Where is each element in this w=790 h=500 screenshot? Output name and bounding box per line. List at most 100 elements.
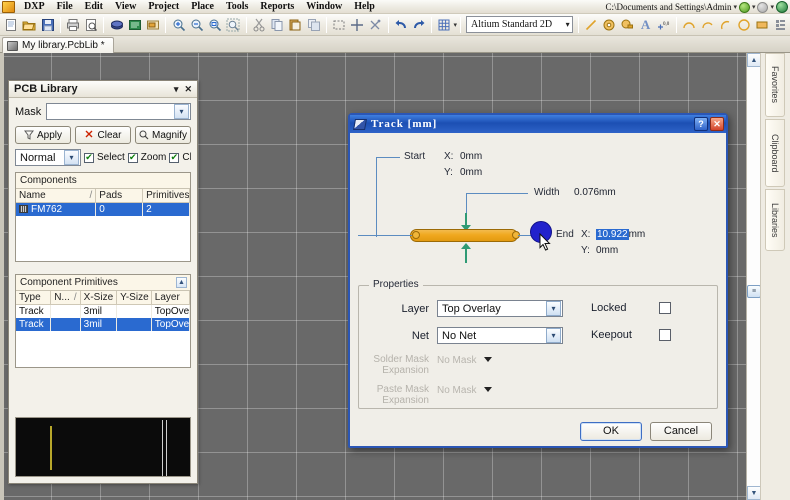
width-value[interactable]: 0.076mm — [574, 187, 616, 198]
close-button[interactable]: ✕ — [710, 117, 724, 131]
track-dialog-title-bar[interactable]: Track [mm] ? ✕ — [350, 115, 726, 133]
vtab-libraries[interactable]: Libraries — [765, 189, 785, 251]
scroll-up-icon[interactable]: ▲ — [747, 53, 761, 67]
zoom-out-icon[interactable] — [189, 15, 205, 34]
place-arc-any-icon[interactable] — [718, 15, 734, 34]
chevron-down-icon[interactable]: ▾ — [174, 84, 179, 94]
redo-icon[interactable] — [411, 15, 427, 34]
component-icon[interactable] — [145, 15, 161, 34]
chevron-down-icon[interactable]: ▾ — [64, 150, 79, 165]
vtab-favorites[interactable]: Favorites — [765, 53, 785, 117]
start-x-value[interactable]: 0mm — [460, 151, 482, 162]
canvas-vertical-scrollbar[interactable]: ▲ ≡ ▼ — [746, 53, 761, 500]
menu-item-edit[interactable]: Edit — [79, 0, 109, 13]
menu-item-dxp[interactable]: DXP — [18, 0, 51, 13]
locked-checkbox[interactable] — [659, 302, 671, 314]
grid-dropdown-icon[interactable]: ▾ — [454, 21, 458, 29]
help-button[interactable]: ? — [694, 117, 708, 131]
place-line-icon[interactable] — [583, 15, 599, 34]
place-pad-icon[interactable] — [601, 15, 617, 34]
zoom-in-icon[interactable] — [170, 15, 186, 34]
grid-icon[interactable] — [436, 15, 452, 34]
save-icon[interactable] — [40, 15, 56, 34]
place-full-circle-icon[interactable] — [736, 15, 752, 34]
cancel-button[interactable]: Cancel — [650, 421, 712, 441]
magnify-button[interactable]: Magnify — [135, 126, 191, 144]
primitives-col-layer[interactable]: Layer — [151, 291, 191, 305]
table-row[interactable]: Track 3mil TopOverl — [16, 318, 191, 331]
zoom-checkbox[interactable]: ✔ — [127, 152, 138, 163]
menu-item-project[interactable]: Project — [142, 0, 185, 13]
clear-button[interactable]: Clear — [75, 126, 131, 144]
home-globe-icon[interactable] — [776, 1, 788, 13]
scroll-up-icon[interactable]: ▲ — [176, 277, 187, 288]
path-dropdown-icon[interactable]: ▾ — [733, 3, 737, 11]
components-col-name[interactable]: Name / — [16, 189, 97, 203]
place-coordinate-icon[interactable]: 0,0 — [656, 15, 672, 34]
scroll-thumb[interactable]: ≡ — [747, 285, 761, 298]
new-document-icon[interactable] — [3, 15, 19, 34]
chevron-down-icon[interactable]: ▾ — [546, 301, 561, 316]
table-row[interactable]: FM762 0 2 — [16, 202, 190, 216]
place-string-icon[interactable]: A — [637, 15, 653, 34]
menu-item-place[interactable]: Place — [185, 0, 220, 13]
menu-item-tools[interactable]: Tools — [220, 0, 254, 13]
place-arc-edge-icon[interactable] — [699, 15, 715, 34]
copy-multiple-icon[interactable] — [305, 15, 321, 34]
board-layers-icon[interactable] — [108, 15, 124, 34]
chevron-down-icon[interactable]: ▾ — [546, 328, 561, 343]
zoom-area-icon[interactable] — [207, 15, 223, 34]
place-fill-icon[interactable] — [754, 15, 770, 34]
place-component-icon[interactable] — [773, 15, 789, 34]
view-configuration-combo[interactable]: Altium Standard 2D ▾ — [466, 16, 573, 33]
menu-item-help[interactable]: Help — [348, 0, 381, 13]
mask-mode-combo[interactable]: Normal ▾ — [15, 149, 81, 166]
menu-item-reports[interactable]: Reports — [254, 0, 300, 13]
nav-back-dropdown-icon[interactable]: ▾ — [752, 3, 756, 11]
end-x-input[interactable]: 10.922mm — [596, 229, 645, 240]
clear-selection-icon[interactable] — [367, 15, 383, 34]
end-y-value[interactable]: 0mm — [596, 245, 618, 256]
start-y-value[interactable]: 0mm — [460, 167, 482, 178]
menu-item-window[interactable]: Window — [300, 0, 348, 13]
close-icon[interactable]: ✕ — [184, 84, 192, 94]
primitives-col-type[interactable]: Type — [16, 291, 52, 305]
component-preview[interactable] — [15, 417, 191, 477]
net-dropdown[interactable]: No Net ▾ — [437, 327, 563, 344]
paste-icon[interactable] — [287, 15, 303, 34]
chevron-down-icon[interactable]: ▾ — [174, 104, 189, 119]
nav-forward-icon[interactable] — [757, 1, 769, 13]
place-via-icon[interactable] — [619, 15, 635, 34]
nav-back-icon[interactable] — [738, 1, 750, 13]
select-area-icon[interactable] — [331, 15, 347, 34]
components-col-primitives[interactable]: Primitives — [142, 189, 190, 203]
select-checkbox[interactable]: ✔ — [84, 152, 94, 163]
primitives-col-xsize[interactable]: X-Size — [80, 291, 118, 305]
cut-icon[interactable] — [251, 15, 267, 34]
table-row[interactable]: Track 3mil TopOverl — [16, 304, 191, 318]
vtab-clipboard[interactable]: Clipboard — [765, 119, 785, 187]
component-primitives-grid[interactable]: ▲ Component Primitives Type N... / X-Size… — [15, 274, 191, 368]
move-icon[interactable] — [349, 15, 365, 34]
apply-button[interactable]: Apply — [15, 126, 71, 144]
chevron-down-icon[interactable] — [483, 357, 492, 362]
zoom-selected-icon[interactable] — [225, 15, 241, 34]
keepout-checkbox[interactable] — [659, 329, 671, 341]
layer-dropdown[interactable]: Top Overlay ▾ — [437, 300, 563, 317]
components-grid[interactable]: Components Name / Pads Primitives FM762 … — [15, 172, 191, 262]
scroll-down-icon[interactable]: ▼ — [747, 486, 761, 500]
board-icon[interactable] — [127, 15, 143, 34]
copy-icon[interactable] — [269, 15, 285, 34]
menu-item-file[interactable]: File — [51, 0, 79, 13]
ok-button[interactable]: OK — [580, 421, 642, 441]
document-tab-pcblib[interactable]: My library.PcbLib * — [2, 37, 114, 53]
primitives-col-ysize[interactable]: Y-Size — [116, 291, 152, 305]
mask-input[interactable]: ▾ — [46, 103, 191, 120]
place-arc-center-icon[interactable] — [681, 15, 697, 34]
menu-item-view[interactable]: View — [109, 0, 142, 13]
chevron-down-icon[interactable] — [483, 387, 492, 392]
open-folder-icon[interactable] — [21, 15, 37, 34]
primitives-col-name[interactable]: N... / — [50, 291, 81, 305]
clear-existing-checkbox[interactable]: ✔ — [169, 152, 180, 163]
print-preview-icon[interactable] — [83, 15, 99, 34]
